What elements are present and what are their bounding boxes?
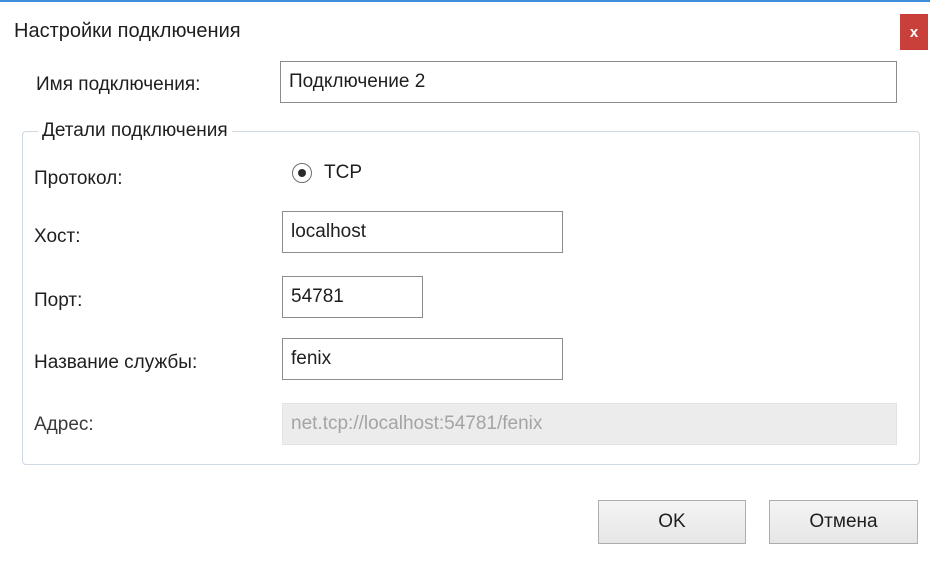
connection-settings-dialog: Настройки подключения x Имя подключения:… xyxy=(0,0,930,563)
host-label: Хост: xyxy=(34,226,81,247)
connection-details-group-label: Детали подключения xyxy=(38,120,232,142)
radio-selected-dot xyxy=(298,169,306,177)
connection-name-input[interactable] xyxy=(280,61,897,103)
tcp-radio-button[interactable] xyxy=(292,163,312,183)
service-name-label: Название службы: xyxy=(34,352,198,373)
address-label: Адрес: xyxy=(34,414,94,435)
tcp-radio-option[interactable]: TCP xyxy=(292,162,362,184)
service-name-input[interactable] xyxy=(282,338,563,380)
tcp-radio-label: TCP xyxy=(324,162,362,183)
window-title: Настройки подключения xyxy=(14,20,241,42)
host-input[interactable] xyxy=(282,211,563,253)
address-field: net.tcp://localhost:54781/fenix xyxy=(282,403,897,445)
ok-button[interactable]: OK xyxy=(598,500,746,544)
protocol-label: Протокол: xyxy=(34,168,123,189)
close-button[interactable]: x xyxy=(900,14,928,50)
cancel-button[interactable]: Отмена xyxy=(769,500,918,544)
port-label: Порт: xyxy=(34,290,83,311)
port-input[interactable] xyxy=(282,276,423,318)
connection-name-label: Имя подключения: xyxy=(36,74,201,95)
window-top-border xyxy=(0,0,930,2)
